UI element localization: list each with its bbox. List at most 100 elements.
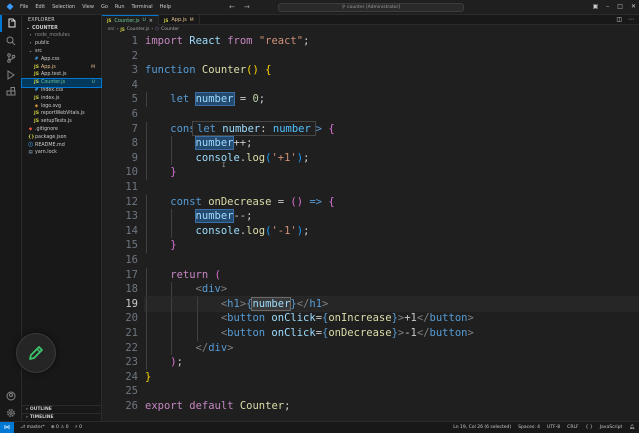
code-token: ; xyxy=(303,224,310,237)
code-line[interactable]: <button onClick={onDecrease}>-1</button> xyxy=(145,326,474,341)
code-token: --; xyxy=(233,210,253,223)
menu-item-file[interactable]: File xyxy=(20,4,28,10)
folder-item[interactable]: › node_modules xyxy=(22,32,101,40)
code-line[interactable]: let number = 0; xyxy=(145,92,265,107)
language-mode[interactable]: JavaScript xyxy=(600,425,623,430)
breadcrumb-symbol[interactable]: Counter xyxy=(161,27,179,32)
search-view-icon[interactable] xyxy=(0,32,22,49)
notifications-bell-icon[interactable]: 🔔︎ xyxy=(629,425,635,430)
code-token: > xyxy=(467,327,474,339)
command-center-search[interactable]: ⚲ counter [Administrator] xyxy=(278,3,464,12)
file-item[interactable]: JS reportWebVitals.js xyxy=(22,110,101,118)
breadcrumb-src[interactable]: src xyxy=(108,27,115,32)
code-line[interactable]: } xyxy=(145,370,151,385)
code-line[interactable]: console.log('+1'); xyxy=(145,151,310,166)
close-window-icon[interactable]: ✕ xyxy=(631,3,636,10)
menu-item-terminal[interactable]: Terminal xyxy=(132,4,153,10)
code-line[interactable]: number--; xyxy=(145,209,252,224)
settings-gear-icon[interactable] xyxy=(0,404,22,421)
code-line[interactable]: ); xyxy=(145,355,183,370)
extensions-icon[interactable] xyxy=(0,83,22,100)
back-arrow-icon[interactable]: ← xyxy=(229,3,235,11)
explorer-icon[interactable] xyxy=(0,15,22,32)
menu-item-edit[interactable]: Edit xyxy=(35,4,45,10)
indentation[interactable]: Spaces: 4 xyxy=(518,425,540,430)
file-item[interactable]: {} package.json xyxy=(22,133,101,141)
layout-toggle-icon[interactable]: ▣ xyxy=(593,3,599,10)
js-file-icon: JS xyxy=(34,72,39,78)
branch-status[interactable]: ⎇ master* xyxy=(20,425,45,430)
line-number: 20 xyxy=(125,312,138,325)
code-line[interactable]: } xyxy=(145,238,176,253)
line-number: 5 xyxy=(131,93,138,106)
code-token: console xyxy=(195,151,240,164)
more-actions-icon[interactable]: ⋯ xyxy=(628,16,634,23)
menu-item-help[interactable]: Help xyxy=(160,4,171,10)
close-tab-icon[interactable]: × xyxy=(149,18,153,24)
file-item[interactable]: JS App.js M xyxy=(22,63,101,71)
file-item[interactable]: JS index.js xyxy=(22,94,101,102)
code-line[interactable]: export default Counter; xyxy=(145,399,290,414)
indent-guide xyxy=(196,311,198,326)
account-icon[interactable] xyxy=(0,387,22,404)
line-number: 11 xyxy=(125,181,138,193)
menu-item-run[interactable]: Run xyxy=(115,4,125,10)
menu-item-selection[interactable]: Selection xyxy=(52,4,75,10)
code-line[interactable]: <button onClick={onIncrease}>+1</button> xyxy=(145,311,474,326)
forward-arrow-icon[interactable]: → xyxy=(244,3,250,11)
code-line[interactable] xyxy=(145,107,170,122)
file-item[interactable]: # App.css xyxy=(22,55,101,63)
code-line[interactable]: <h1>{number}</h1> xyxy=(144,295,639,313)
file-item[interactable]: JS App.test.js xyxy=(22,71,101,79)
file-item[interactable]: # index.css xyxy=(22,87,101,95)
project-folder-header[interactable]: ⌄ COUNTER xyxy=(22,25,101,32)
edit-pen-button[interactable] xyxy=(16,333,56,373)
file-item[interactable]: ◆ .gitignore xyxy=(22,126,101,134)
code-line[interactable]: </div> xyxy=(145,341,234,356)
code-line[interactable]: number++; xyxy=(145,136,252,151)
code-line[interactable]: return ( xyxy=(145,268,221,283)
code-line[interactable] xyxy=(145,180,170,195)
chevron-down-icon: ⌄ xyxy=(28,48,33,54)
split-editor-icon[interactable]: ◫ xyxy=(616,16,622,23)
editor-tab[interactable]: JS Counter.js U × xyxy=(102,15,159,25)
file-item[interactable]: JS Counter.js U xyxy=(21,77,102,88)
file-item[interactable]: ⓘ README.md xyxy=(22,141,101,149)
language-braces[interactable]: { } xyxy=(586,425,593,430)
code-token: h1 xyxy=(227,297,240,310)
minimize-icon[interactable]: – xyxy=(606,3,609,10)
file-item[interactable]: ▤ yarn.lock xyxy=(22,149,101,157)
code-line[interactable]: const onDecrease = () => { xyxy=(145,195,334,210)
editor-tab[interactable]: JS App.js M xyxy=(159,15,200,25)
encoding[interactable]: UTF-8 xyxy=(547,425,560,430)
timeline-section[interactable]: › TIMELINE xyxy=(22,413,102,421)
tree-item-label: App.css xyxy=(41,56,60,62)
code-line[interactable]: console.log('-1'); xyxy=(145,224,310,239)
indent-guide xyxy=(146,340,147,356)
breadcrumb-file[interactable]: Counter.js xyxy=(127,27,150,32)
code-token: } xyxy=(145,370,152,383)
folder-item[interactable]: ⌄ src xyxy=(22,48,101,56)
menu-item-view[interactable]: View xyxy=(82,4,94,10)
file-item[interactable]: JS setupTests.js xyxy=(22,118,101,126)
code-editor[interactable]: 1 2 3 4 5 6 7 8 9 10 11 12 13 14 15 16 17 18 19 20 21 22 23 24 2… xyxy=(102,34,639,421)
code-line[interactable] xyxy=(145,253,170,268)
code-line[interactable]: import React from "react"; xyxy=(145,34,309,49)
run-debug-icon[interactable] xyxy=(0,66,22,83)
file-item[interactable]: ◈ logo.svg xyxy=(22,102,101,110)
maximize-icon[interactable]: □ xyxy=(617,3,623,10)
source-control-icon[interactable] xyxy=(0,49,22,66)
cursor-position[interactable]: Ln 19, Col 26 (6 selected) xyxy=(453,425,511,430)
line-number: 6 xyxy=(131,108,138,120)
menu-item-go[interactable]: Go xyxy=(101,4,108,10)
folder-item[interactable]: › public xyxy=(22,40,101,48)
outline-section[interactable]: › OUTLINE xyxy=(22,405,102,413)
status-bar: ⋈ ⎇ master* ⊗ 0 ⚠ 0 ⚡ 0 Ln 19, Col 26 (6… xyxy=(0,421,639,433)
problems-status[interactable]: ⊗ 0 ⚠ 0 xyxy=(51,425,69,430)
ports-status[interactable]: ⚡ 0 xyxy=(75,425,82,430)
line-ending[interactable]: CRLF xyxy=(567,425,578,430)
code-line[interactable]: <div> xyxy=(145,282,228,297)
remote-indicator-icon[interactable]: ⋈ xyxy=(0,422,14,433)
code-line[interactable]: function Counter() { xyxy=(145,63,271,78)
code-line[interactable]: } xyxy=(145,165,176,180)
